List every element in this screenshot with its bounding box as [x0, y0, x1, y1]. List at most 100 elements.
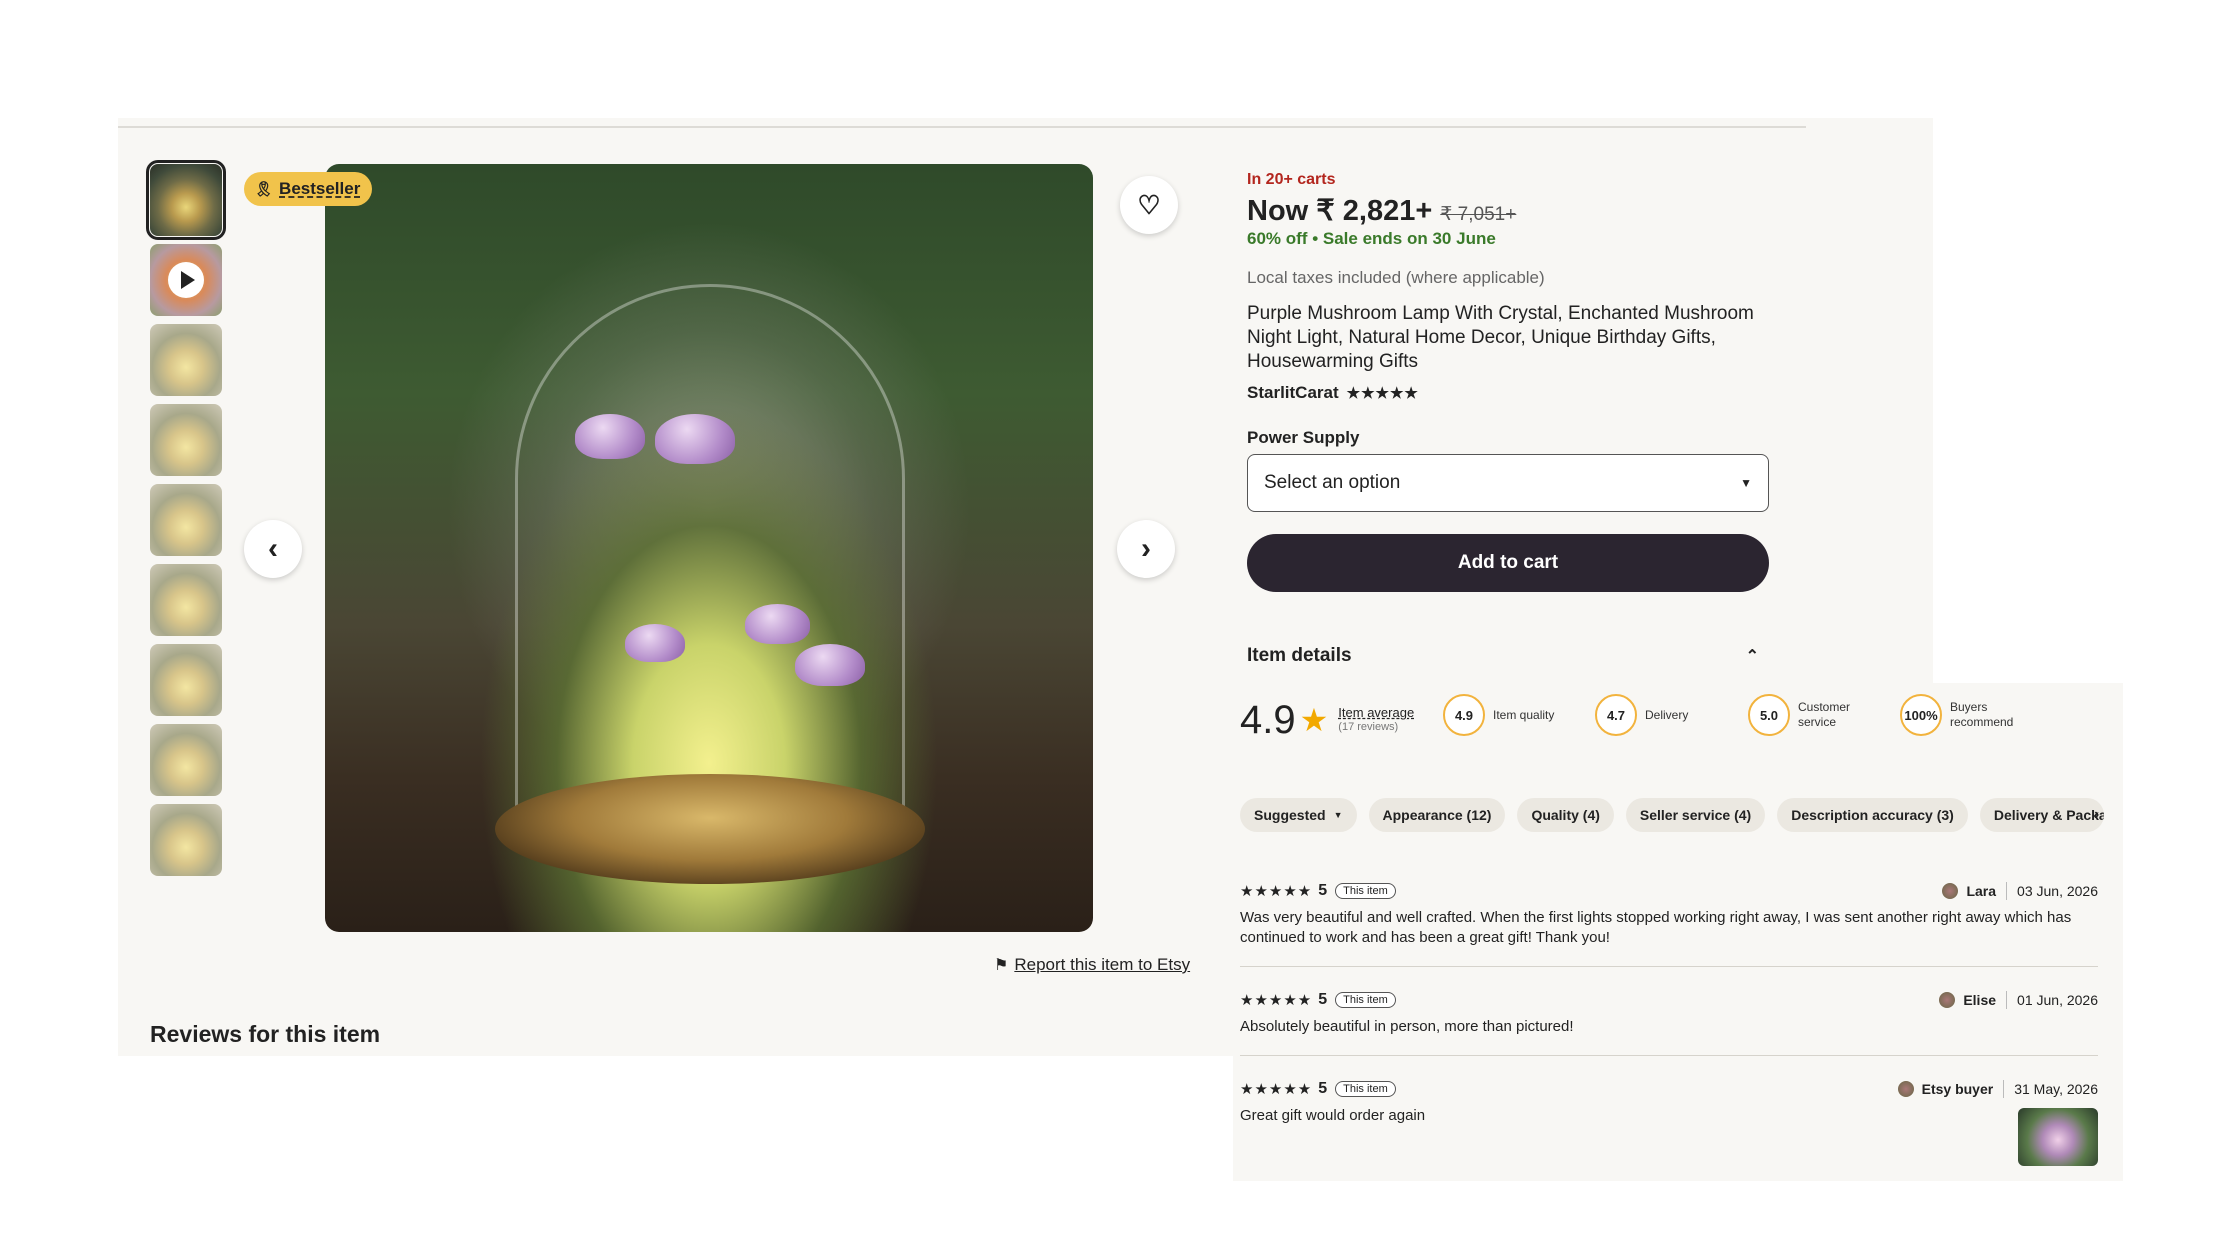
- metric-customer-service: 5.0 Customer service: [1748, 694, 1868, 736]
- review-count: (17 reviews): [1338, 721, 1399, 733]
- select-value: Select an option: [1264, 472, 1401, 493]
- review-stars: ★★★★★: [1240, 883, 1313, 900]
- mushroom-graphic: [655, 414, 735, 464]
- report-item[interactable]: ⚑ Report this item to Etsy: [994, 955, 1190, 975]
- prev-image-button[interactable]: ‹: [244, 520, 302, 578]
- top-divider: [118, 126, 1806, 128]
- favorite-button[interactable]: ♡: [1120, 176, 1178, 234]
- play-icon: [168, 262, 204, 298]
- taxes-note: Local taxes included (where applicable): [1247, 268, 1545, 287]
- bullet-separator: •: [1312, 229, 1323, 248]
- chip-description-accuracy[interactable]: Description accuracy (3): [1777, 798, 1968, 832]
- mushroom-graphic: [575, 414, 645, 459]
- flag-icon: ⚑: [994, 957, 1009, 974]
- review-photo[interactable]: [2018, 1108, 2098, 1166]
- reviewer-name[interactable]: Lara: [1966, 883, 1996, 899]
- shop-info[interactable]: StarlitCarat ★★★★★: [1247, 383, 1419, 403]
- review-stars: ★★★★★: [1240, 1081, 1313, 1098]
- chip-appearance[interactable]: Appearance (12): [1368, 798, 1506, 832]
- chevron-right-icon: ›: [1141, 532, 1151, 565]
- rating-summary: 4.9 ★ Item average (17 reviews): [1240, 690, 1414, 750]
- price-row: Now ₹ 2,821+ ₹ 7,051+: [1247, 193, 1516, 228]
- thumbnail-4[interactable]: [150, 404, 222, 476]
- metric-label: Item quality: [1493, 707, 1555, 722]
- product-title: Purple Mushroom Lamp With Crystal, Encha…: [1247, 303, 1754, 372]
- review-text: Great gift would order again: [1240, 1107, 1426, 1124]
- caret-down-icon: ▼: [1740, 476, 1752, 490]
- badge-label: Bestseller: [279, 179, 361, 198]
- average-caption: Item average (17 reviews): [1338, 706, 1414, 734]
- metric-label: Customer service: [1798, 700, 1851, 729]
- wooden-base-graphic: [495, 774, 925, 884]
- thumbnail-6[interactable]: [150, 564, 222, 636]
- chip-quality[interactable]: Quality (4): [1517, 798, 1614, 832]
- shop-name-link[interactable]: StarlitCarat: [1247, 383, 1339, 403]
- star-icon: ★: [1299, 702, 1329, 738]
- avatar: [1897, 1081, 1914, 1097]
- chip-delivery-packaging[interactable]: Delivery & Packaging: [1979, 798, 2104, 832]
- ribbon-icon: 🎗: [254, 181, 274, 198]
- separator: [2006, 882, 2008, 900]
- review-item: ★★★★★ 5 This item Lara 03 Jun, 2026 Was …: [1240, 880, 2098, 948]
- thumbnail-7[interactable]: [150, 644, 222, 716]
- power-supply-label: Power Supply: [1247, 428, 1360, 447]
- avatar: [1939, 992, 1956, 1008]
- review-divider: [1240, 1055, 2098, 1056]
- review-rating: 5: [1318, 1080, 1328, 1097]
- discount-label: 60% off: [1247, 229, 1308, 248]
- thumbnail-video[interactable]: [150, 244, 222, 316]
- review-rating: 5: [1318, 882, 1328, 899]
- avatar: [1942, 883, 1959, 899]
- separator: [2003, 1080, 2005, 1098]
- review-date: 01 Jun, 2026: [2017, 992, 2098, 1008]
- review-date: 03 Jun, 2026: [2017, 883, 2098, 899]
- item-average-label[interactable]: Item average: [1338, 706, 1414, 720]
- power-supply-select[interactable]: Select an option ▼: [1247, 454, 1769, 512]
- metric-label: Delivery: [1645, 707, 1689, 722]
- average-rating: 4.9: [1240, 697, 1296, 742]
- caret-down-icon: ▼: [1333, 810, 1343, 820]
- review-filter-chips: Suggested ▼ Appearance (12) Quality (4) …: [1240, 798, 2116, 832]
- bestseller-badge: 🎗 Bestseller: [244, 172, 373, 206]
- review-item: ★★★★★ 5 This item Elise 01 Jun, 2026 Abs…: [1240, 989, 2098, 1037]
- chip-suggested[interactable]: Suggested ▼: [1240, 798, 1357, 832]
- mushroom-graphic: [795, 644, 865, 686]
- metric-value: 4.7: [1595, 694, 1637, 736]
- mushroom-graphic: [625, 624, 685, 662]
- review-text: Absolutely beautiful in person, more tha…: [1240, 1018, 1574, 1035]
- thumbnail-5[interactable]: [150, 484, 222, 556]
- report-link[interactable]: Report this item to Etsy: [1014, 955, 1190, 975]
- next-image-button[interactable]: ›: [1117, 520, 1175, 578]
- thumbnail-9[interactable]: [150, 804, 222, 876]
- metric-value: 5.0: [1748, 694, 1790, 736]
- chevron-right-icon[interactable]: ›: [2094, 806, 2099, 824]
- chip-seller-service[interactable]: Seller service (4): [1625, 798, 1766, 832]
- price-original: ₹ 7,051+: [1440, 204, 1517, 225]
- metric-value: 100%: [1900, 694, 1942, 736]
- chevron-left-icon: ‹: [268, 532, 278, 565]
- item-details-label: Item details: [1247, 645, 1352, 666]
- thumbnail-strip: [146, 160, 226, 884]
- review-item: ★★★★★ 5 This item Etsy buyer 31 May, 202…: [1240, 1078, 2098, 1126]
- sale-row: 60% off • Sale ends on 30 June: [1247, 229, 1496, 249]
- main-product-image[interactable]: [325, 164, 1093, 932]
- review-rating: 5: [1318, 991, 1328, 1008]
- reviewer-name[interactable]: Etsy buyer: [1922, 1081, 1994, 1097]
- item-details-toggle[interactable]: Item details ⌃: [1247, 645, 1769, 667]
- review-stars: ★★★★★: [1240, 992, 1313, 1009]
- add-to-cart-button[interactable]: Add to cart: [1247, 534, 1769, 592]
- chip-label: Suggested: [1254, 807, 1326, 823]
- thumbnail-3[interactable]: [150, 324, 222, 396]
- reviewer-name[interactable]: Elise: [1963, 992, 1996, 1008]
- sale-ends-label: Sale ends on 30 June: [1322, 229, 1496, 248]
- metric-delivery: 4.7 Delivery: [1595, 694, 1688, 736]
- this-item-tag: This item: [1335, 1081, 1396, 1097]
- heart-icon: ♡: [1137, 189, 1161, 220]
- shop-rating-stars: ★★★★★: [1346, 385, 1419, 402]
- metric-value: 4.9: [1443, 694, 1485, 736]
- thumbnail-1[interactable]: [146, 160, 226, 240]
- reviews-heading: Reviews for this item: [150, 1021, 381, 1047]
- this-item-tag: This item: [1335, 883, 1396, 899]
- thumbnail-8[interactable]: [150, 724, 222, 796]
- add-to-cart-label: Add to cart: [1457, 552, 1559, 573]
